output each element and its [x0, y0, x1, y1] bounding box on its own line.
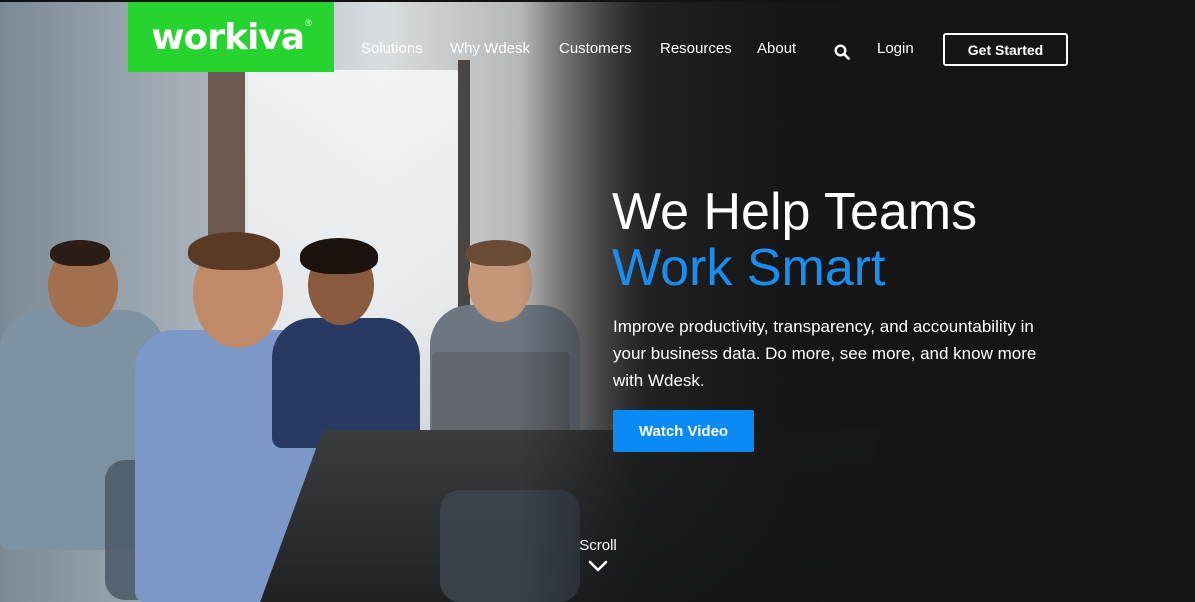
nav-item-about[interactable]: About — [757, 40, 796, 57]
nav-item-customers[interactable]: Customers — [559, 40, 632, 57]
nav-item-login[interactable]: Login — [877, 40, 914, 57]
nav-item-resources[interactable]: Resources — [660, 40, 732, 57]
person-center-hair — [188, 232, 280, 270]
get-started-button[interactable]: Get Started — [943, 33, 1068, 66]
hero-headline: We Help Teams — [612, 183, 978, 241]
person-woman-body — [272, 318, 420, 448]
logo-text: workiva — [151, 16, 305, 58]
chevron-down-icon[interactable] — [588, 559, 608, 573]
person-left-hair — [50, 240, 110, 266]
dark-overlay — [520, 0, 1195, 602]
nav-item-solutions[interactable]: Solutions — [361, 40, 423, 57]
workiva-logo[interactable]: workiva ® — [128, 2, 334, 72]
nav-item-why-wdesk[interactable]: Why Wdesk — [450, 40, 530, 57]
registered-mark: ® — [305, 18, 312, 28]
scroll-label[interactable]: Scroll — [568, 537, 628, 554]
hero-background — [0, 0, 1195, 602]
hero-subcopy: Improve productivity, transparency, and … — [613, 317, 1037, 390]
search-icon[interactable] — [834, 44, 850, 60]
person-woman-hair — [300, 238, 378, 274]
hero-headline-accent: Work Smart — [612, 239, 886, 297]
watch-video-button[interactable]: Watch Video — [613, 410, 754, 452]
